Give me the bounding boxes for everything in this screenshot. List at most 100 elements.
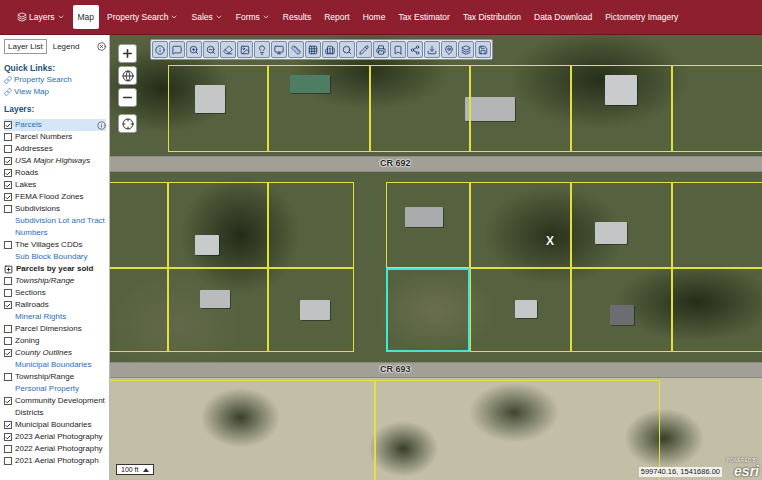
- layer-checkbox[interactable]: [4, 145, 12, 153]
- home-extent-button[interactable]: [118, 66, 137, 85]
- nav-item[interactable]: Tax Distribution: [458, 5, 526, 29]
- layer-checkbox[interactable]: [4, 241, 12, 249]
- layer-label[interactable]: Community Development Districts: [15, 395, 106, 419]
- quick-link[interactable]: View Map: [4, 86, 106, 98]
- layer-row[interactable]: Addresses: [4, 143, 106, 155]
- layer-row[interactable]: Municipal Boundaries: [4, 419, 106, 431]
- layer-row[interactable]: Parcel Numbers: [4, 131, 106, 143]
- layer-label[interactable]: Personal Property: [15, 383, 79, 395]
- map[interactable]: CR 692CR 693X100 ft599740.16, 1541686.00…: [110, 35, 762, 480]
- tool-button[interactable]: [373, 41, 389, 58]
- layer-checkbox[interactable]: [4, 181, 12, 189]
- layer-label[interactable]: Municipal Boundaries: [15, 419, 92, 431]
- layer-label[interactable]: Sub Block Boundary: [15, 251, 88, 263]
- layer-label[interactable]: Township/Range: [15, 371, 74, 383]
- parcel[interactable]: [470, 268, 571, 352]
- layer-row[interactable]: Sections: [4, 287, 106, 299]
- layer-label[interactable]: Zoning: [15, 335, 39, 347]
- layer-row[interactable]: Parcels by year sold: [4, 263, 106, 275]
- tool-button[interactable]: [441, 41, 457, 58]
- layer-label[interactable]: 2021 Aerial Photograph: [15, 455, 99, 467]
- layer-checkbox[interactable]: [4, 421, 12, 429]
- parcel[interactable]: [470, 182, 571, 268]
- close-icon[interactable]: [97, 42, 106, 51]
- nav-item[interactable]: Home: [358, 5, 391, 29]
- layer-row[interactable]: Mineral Rights: [4, 311, 106, 323]
- layer-checkbox[interactable]: [4, 337, 12, 345]
- tool-button[interactable]: [407, 41, 423, 58]
- parcel[interactable]: [110, 268, 168, 352]
- tool-button[interactable]: [220, 41, 236, 58]
- tool-button[interactable]: [475, 41, 491, 58]
- parcel[interactable]: [168, 65, 268, 152]
- nav-item[interactable]: Sales: [186, 5, 227, 29]
- tool-button[interactable]: [458, 41, 474, 58]
- parcel[interactable]: [168, 182, 268, 268]
- layer-row[interactable]: Community Development Districts: [4, 395, 106, 419]
- parcel[interactable]: [386, 182, 470, 268]
- parcel[interactable]: [672, 182, 762, 268]
- expand-icon[interactable]: [4, 265, 13, 274]
- parcel[interactable]: [386, 268, 470, 352]
- layer-label[interactable]: Parcels: [15, 119, 42, 131]
- layer-label[interactable]: Subdivision Lot and Tract Numbers: [15, 215, 106, 239]
- layer-checkbox[interactable]: [4, 193, 12, 201]
- layer-row[interactable]: Personal Property: [4, 383, 106, 395]
- layer-row[interactable]: Subdivisions: [4, 203, 106, 215]
- layer-checkbox[interactable]: [4, 457, 12, 465]
- layer-label[interactable]: Subdivisions: [15, 203, 60, 215]
- sidebar-tab[interactable]: Layer List: [4, 39, 47, 54]
- tool-button[interactable]: [339, 41, 355, 58]
- layer-checkbox[interactable]: [4, 445, 12, 453]
- tool-button[interactable]: [254, 41, 270, 58]
- layer-label[interactable]: Roads: [15, 167, 38, 179]
- tool-button[interactable]: [288, 41, 304, 58]
- layer-checkbox[interactable]: [4, 397, 12, 405]
- tool-button[interactable]: [271, 41, 287, 58]
- layer-label[interactable]: Municipal Boundaries: [15, 359, 92, 371]
- nav-item[interactable]: Data Download: [529, 5, 597, 29]
- layer-label[interactable]: 2022 Aerial Photography: [15, 443, 103, 455]
- parcel[interactable]: [470, 65, 571, 152]
- nav-item[interactable]: Results: [278, 5, 316, 29]
- layer-label[interactable]: Railroads: [15, 299, 49, 311]
- tool-button[interactable]: [186, 41, 202, 58]
- parcel[interactable]: [672, 65, 762, 152]
- layer-checkbox[interactable]: [4, 277, 12, 285]
- layer-row[interactable]: 2021 Aerial Photograph: [4, 455, 106, 467]
- layer-row[interactable]: The Villages CDDs: [4, 239, 106, 251]
- layer-label[interactable]: 2023 Aerial Photography: [15, 431, 103, 443]
- layer-checkbox[interactable]: [4, 205, 12, 213]
- layer-checkbox[interactable]: [4, 349, 12, 357]
- layer-label[interactable]: County Outlines: [15, 347, 72, 359]
- layer-checkbox[interactable]: [4, 301, 12, 309]
- layer-label[interactable]: Addresses: [15, 143, 53, 155]
- layer-row[interactable]: Parcel Dimensions: [4, 323, 106, 335]
- layer-label[interactable]: Parcels by year sold: [16, 263, 93, 275]
- tool-button[interactable]: [322, 41, 338, 58]
- layer-row[interactable]: Municipal Boundaries: [4, 359, 106, 371]
- parcel[interactable]: [268, 65, 370, 152]
- layer-row[interactable]: Zoning: [4, 335, 106, 347]
- layer-label[interactable]: Lakes: [15, 179, 36, 191]
- nav-item[interactable]: Tax Estimator: [393, 5, 455, 29]
- nav-item[interactable]: Map: [73, 5, 100, 29]
- tool-button[interactable]: [152, 41, 168, 58]
- layer-label[interactable]: The Villages CDDs: [15, 239, 82, 251]
- parcel[interactable]: [110, 182, 168, 268]
- parcel[interactable]: [168, 268, 268, 352]
- layer-label[interactable]: FEMA Flood Zones: [15, 191, 83, 203]
- layer-checkbox[interactable]: [4, 133, 12, 141]
- nav-item[interactable]: Report: [319, 5, 355, 29]
- layer-label[interactable]: USA Major Highways: [15, 155, 90, 167]
- layer-row[interactable]: Parcels: [4, 119, 106, 131]
- layer-label[interactable]: Sections: [15, 287, 46, 299]
- sidebar-tab[interactable]: Legend: [49, 39, 84, 54]
- parcel[interactable]: [370, 65, 470, 152]
- tool-button[interactable]: [390, 41, 406, 58]
- layer-row[interactable]: County Outlines: [4, 347, 106, 359]
- layer-row[interactable]: Township/Range: [4, 275, 106, 287]
- layer-row[interactable]: Sub Block Boundary: [4, 251, 106, 263]
- tool-button[interactable]: [356, 41, 372, 58]
- layer-checkbox[interactable]: [4, 325, 12, 333]
